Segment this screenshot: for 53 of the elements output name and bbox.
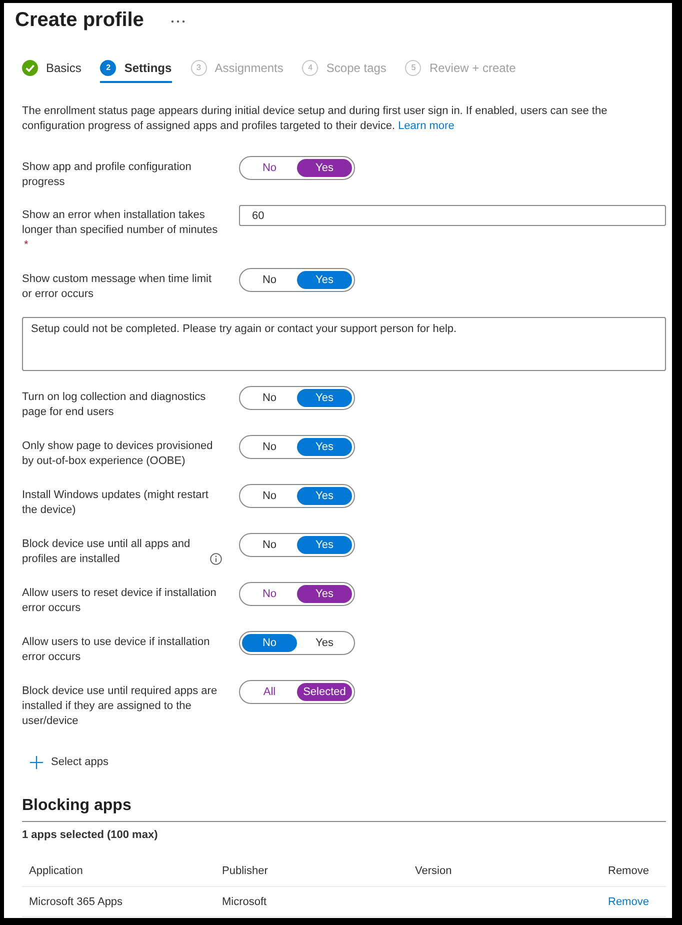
- toggle-option[interactable]: No: [242, 271, 297, 289]
- setting-label: Show app and profile configuration progress: [22, 161, 192, 188]
- toggle-option[interactable]: No: [242, 438, 297, 456]
- toggle-option[interactable]: No: [242, 487, 297, 505]
- toggle-option[interactable]: Yes: [297, 634, 352, 652]
- required-mark: *: [23, 239, 28, 251]
- column-header: Version: [414, 864, 452, 876]
- column-header: Publisher: [221, 864, 268, 876]
- wizard-step[interactable]: Basics: [22, 54, 82, 83]
- toggle-option[interactable]: No: [242, 634, 297, 652]
- step-number: 4: [302, 60, 318, 76]
- setting-label: Block device use until all apps and profiles are installed: [22, 537, 192, 567]
- table-cell-text: Microsoft 365 Apps: [28, 896, 123, 908]
- remove-link[interactable]: Remove: [608, 896, 649, 908]
- toggle-option[interactable]: Selected: [297, 683, 352, 701]
- select-apps-button[interactable]: Select apps: [22, 748, 116, 776]
- wizard-step[interactable]: 2 Settings: [100, 54, 172, 83]
- more-icon[interactable]: [170, 20, 185, 22]
- step-number: 5: [405, 60, 422, 76]
- toggle-option[interactable]: Yes: [297, 536, 352, 554]
- setting-label: Show custom message when time limit or error occurs: [22, 273, 212, 300]
- setting-label: Allow users to use device if installation error occurs: [22, 636, 210, 663]
- toggle-option[interactable]: No: [242, 536, 297, 554]
- column-header: Application: [28, 864, 83, 876]
- toggle-option[interactable]: No: [242, 389, 297, 407]
- section-heading: Blocking apps: [22, 796, 132, 816]
- setting-label: Only show page to devices provisioned by out-of-box experience (OOBE): [22, 440, 213, 467]
- setting-label: Turn on log collection and diagnostics page for end users: [22, 391, 206, 418]
- toggle-option[interactable]: Yes: [297, 585, 352, 603]
- info-icon[interactable]: [210, 553, 222, 565]
- toggle-option[interactable]: Yes: [297, 159, 352, 177]
- selection-summary: 1 apps selected (100 max): [22, 828, 159, 843]
- setting-label: Install Windows updates (might restart the device): [22, 489, 208, 516]
- setting-label: Block device use until required apps are installed if they are assigned to the user/device: [22, 685, 218, 727]
- table-cell-text: Microsoft: [221, 896, 267, 908]
- setting-label: Allow users to reset device if installation error occurs: [22, 587, 216, 614]
- setting-label: Show an error when installation takes longer than specified number of minutes: [22, 209, 218, 236]
- learn-more-link[interactable]: Learn more: [398, 120, 454, 132]
- toggle-option[interactable]: Yes: [297, 389, 352, 407]
- toggle-option[interactable]: Yes: [297, 271, 352, 289]
- description-text: The enrollment status page appears during initial device setup and during first user sign in. If enabled, users can see the configuration progress of assigned apps and profiles targeted to their device. Learn more: [22, 104, 608, 134]
- toggle-option[interactable]: All: [242, 683, 297, 701]
- step-number: 3: [190, 60, 207, 76]
- input-field[interactable]: 60: [239, 205, 666, 226]
- toggle-option[interactable]: No: [242, 585, 297, 603]
- step-number: 2: [100, 60, 116, 76]
- message-textarea[interactable]: Setup could not be completed. Please try again or contact your support person for help.: [22, 317, 666, 371]
- toggle-option[interactable]: Yes: [297, 487, 352, 505]
- page-title: Create profile: [15, 8, 144, 33]
- plus-icon: [30, 756, 43, 768]
- toggle-option[interactable]: Yes: [297, 438, 352, 456]
- column-header: Remove: [607, 864, 649, 876]
- toggle-option[interactable]: No: [242, 159, 297, 177]
